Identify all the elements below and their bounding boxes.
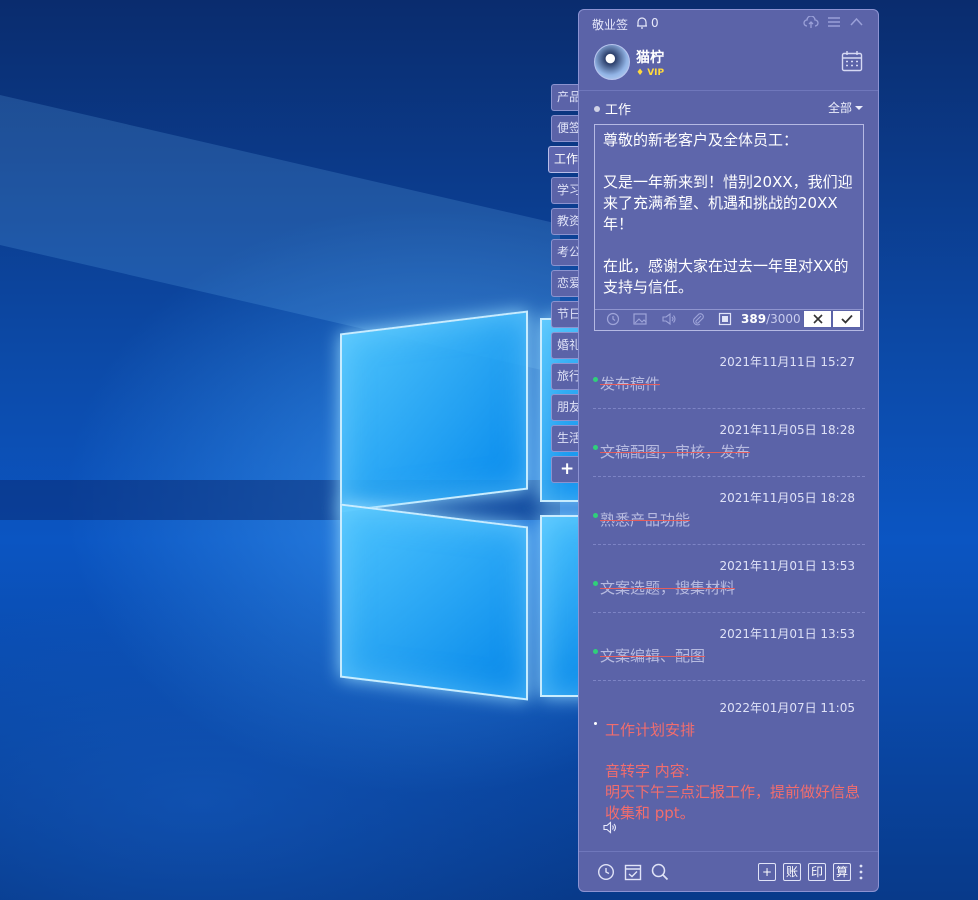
note-date: 2021年11月05日 18:28 [719,491,855,505]
status-dot [593,581,598,586]
note-title: 文稿配图，审核，发布 [600,443,751,461]
avatar[interactable] [594,44,630,80]
status-dot [594,722,597,725]
editor-toolbar: 389/3000 [595,309,863,330]
diamond-icon: ♦ [636,68,645,78]
note-date: 2021年11月05日 18:28 [719,423,855,437]
side-tab-friends[interactable]: 朋友 [551,394,581,421]
add-note-button[interactable]: + [758,863,776,881]
side-tab-love[interactable]: 恋爱 [551,270,581,297]
note-item[interactable]: 2021年11月01日 13:53 文案编辑、配图 [593,612,865,681]
status-dot [593,377,598,382]
status-dot [593,649,598,654]
note-body: 音转字 内容: 明天下午三点汇报工作，提前做好信息收集和 ppt。 [605,762,861,822]
vip-label: VIP [647,68,665,78]
note-title: 文案选题，搜集材料 [600,579,736,597]
title-bar: 敬业签 0 [579,10,878,36]
speaker-icon[interactable] [603,821,618,834]
status-dot [593,513,598,518]
note-editor[interactable]: 尊敬的新老客户及全体员工： 又是一年新来到！惜别20XX，我们迎来了充满希望、机… [594,124,864,331]
filter-dropdown[interactable]: 全部 [828,99,863,116]
note-item[interactable]: 2021年11月11日 15:27 发布稿件 [593,340,865,409]
window-logo-pane [340,310,528,513]
calculator-button[interactable]: 算 [833,863,851,881]
note-editor-text[interactable]: 尊敬的新老客户及全体员工： 又是一年新来到！惜别20XX，我们迎来了充满希望、机… [603,130,855,300]
note-date: 2021年11月01日 13:53 [719,559,855,573]
side-tab-teaching[interactable]: 教资 [551,208,581,235]
window-logo-pane [340,503,528,701]
note-title: 发布稿件 [600,375,661,393]
side-tab-wedding[interactable]: 婚礼 [551,332,581,359]
close-icon [812,314,823,324]
current-category: 工作 [605,103,632,118]
side-tab-holiday[interactable]: 节日 [551,301,581,328]
note-date: 2021年11月11日 15:27 [719,355,855,369]
character-count-max: /3000 [766,312,801,326]
fullscreen-icon[interactable] [718,312,732,326]
speaker-icon[interactable] [662,312,677,326]
clock-icon[interactable] [606,312,620,326]
side-tab-product[interactable]: 产品 [551,84,581,111]
image-icon[interactable] [633,312,647,326]
add-category-button[interactable]: + [551,456,581,483]
sticky-note-window: 敬业签 0 猫柠 ♦ VIP 工作 全部 尊敬的新老客户及全体员工： 又是一年新… [578,9,879,892]
note-title: 熟悉产品功能 [600,511,691,529]
notes-list: 2021年11月11日 15:27 发布稿件 2021年11月05日 18:28… [579,340,878,848]
side-tab-life[interactable]: 生活 [551,425,581,452]
character-count-value: 389 [741,312,767,326]
notification-count: 0 [651,16,659,30]
note-item[interactable]: 2021年11月05日 18:28 熟悉产品功能 [593,476,865,545]
side-tab-study[interactable]: 学习 [551,177,581,204]
menu-icon[interactable] [828,16,840,28]
calendar-icon[interactable] [841,50,863,72]
search-icon[interactable] [651,863,669,881]
note-item[interactable]: 2021年11月01日 13:53 文案选题，搜集材料 [593,544,865,613]
check-icon [840,314,853,324]
print-button[interactable]: 印 [808,863,826,881]
note-date: 2021年11月01日 13:53 [719,627,855,641]
paperclip-icon[interactable] [691,312,705,326]
category-bar: 工作 全部 [579,98,878,118]
username: 猫柠 [636,50,664,66]
calendar-check-icon[interactable] [624,863,642,881]
user-profile: 猫柠 ♦ VIP [579,36,878,91]
cancel-button[interactable] [803,310,832,328]
side-tab-civil-exam[interactable]: 考公 [551,239,581,266]
vip-badge: ♦ VIP [636,68,664,78]
side-tab-notes[interactable]: 便签 [551,115,581,142]
note-title: 文案编辑、配图 [600,647,706,665]
clock-icon[interactable] [597,863,615,881]
confirm-button[interactable] [832,310,861,328]
chevron-up-icon[interactable] [850,16,863,28]
more-options-icon[interactable] [859,863,863,881]
note-title: 工作计划安排 [605,721,696,739]
cloud-sync-icon[interactable] [803,16,819,29]
side-tab-work[interactable]: 工作 [548,146,582,173]
bottom-toolbar: + 账 印 算 [579,851,878,891]
note-item[interactable]: 2021年11月05日 18:28 文稿配图，审核，发布 [593,408,865,477]
status-dot [593,445,598,450]
category-dot [594,106,600,112]
side-tab-travel[interactable]: 旅行 [551,363,581,390]
bell-icon[interactable] [636,16,648,29]
note-date: 2022年01月07日 11:05 [719,701,855,715]
ledger-button[interactable]: 账 [783,863,801,881]
character-count: 389/3000 [741,312,801,326]
app-title: 敬业签 [592,18,629,32]
